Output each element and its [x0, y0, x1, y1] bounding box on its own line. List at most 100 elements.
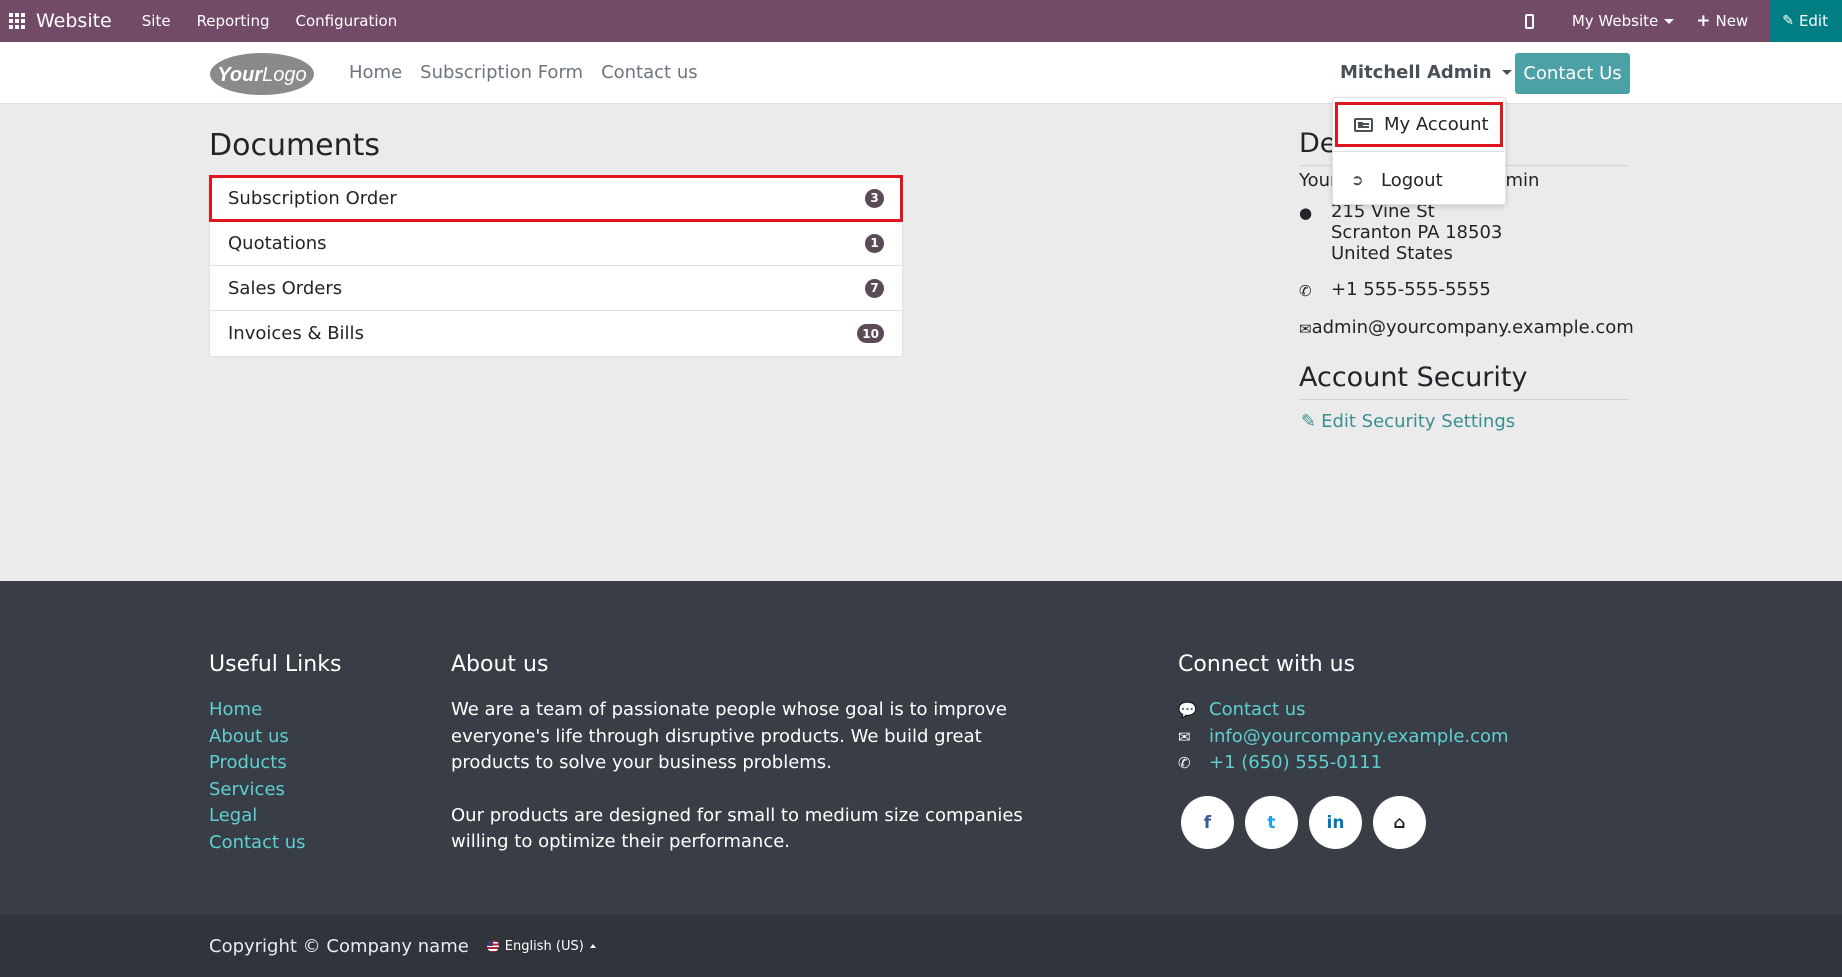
- doc-item-label: Invoices & Bills: [228, 323, 364, 344]
- about-us-text: We are a team of passionate people whose…: [451, 697, 1031, 856]
- nav-subscription-form[interactable]: Subscription Form: [420, 62, 583, 83]
- envelope-icon: ✉: [1178, 727, 1191, 746]
- useful-links-title: Useful Links: [209, 652, 342, 677]
- comment-icon: 💬: [1178, 701, 1197, 719]
- doc-item-subscription-order[interactable]: Subscription Order 3: [209, 175, 903, 222]
- chevron-up-icon: [589, 944, 596, 948]
- connect-contact-link[interactable]: Contact us: [1209, 697, 1306, 724]
- twitter-icon[interactable]: t: [1245, 796, 1298, 849]
- doc-item-invoices-bills[interactable]: Invoices & Bills 10: [210, 311, 902, 356]
- footer-link-contact-us[interactable]: Contact us: [209, 830, 306, 857]
- copyright-text: Copyright © Company name: [209, 935, 469, 957]
- linkedin-icon[interactable]: in: [1309, 796, 1362, 849]
- chevron-down-icon: [1664, 18, 1675, 24]
- address-line: Scranton PA 18503: [1331, 222, 1503, 243]
- envelope-icon: ✉: [1299, 320, 1312, 338]
- logout-menu-item[interactable]: ➲ Logout: [1333, 157, 1505, 203]
- new-button-label: New: [1715, 12, 1749, 30]
- website-selector-label: My Website: [1571, 12, 1659, 30]
- address-row: ● 215 Vine St Scranton PA 18503 United S…: [1299, 201, 1629, 264]
- apps-menu-icon[interactable]: [0, 0, 33, 42]
- user-dropdown-menu: My Account ➲ Logout: [1332, 97, 1506, 205]
- count-badge: 7: [865, 278, 884, 298]
- connect-email-row[interactable]: ✉ info@yourcompany.example.com: [1178, 724, 1509, 751]
- nav-home[interactable]: Home: [349, 62, 402, 83]
- my-account-menu-item[interactable]: My Account: [1335, 102, 1503, 147]
- language-label: English (US): [504, 938, 584, 954]
- about-paragraph-1: We are a team of passionate people whose…: [451, 699, 1007, 773]
- footer-link-services[interactable]: Services: [209, 777, 306, 804]
- connect-contact-row[interactable]: 💬 Contact us: [1178, 697, 1509, 724]
- user-name: Mitchell Admin: [1340, 62, 1492, 83]
- chevron-down-icon: [1501, 70, 1512, 75]
- phone-row: ✆ +1 555-555-5555: [1299, 279, 1629, 302]
- edit-security-settings-label: Edit Security Settings: [1321, 411, 1516, 432]
- doc-item-label: Sales Orders: [228, 277, 343, 299]
- my-account-label: My Account: [1384, 114, 1489, 135]
- plus-icon: +: [1696, 11, 1711, 31]
- svg-text:YourLogo: YourLogo: [217, 64, 306, 86]
- facebook-icon[interactable]: f: [1181, 796, 1234, 849]
- account-security-title: Account Security: [1299, 362, 1629, 400]
- connect-title: Connect with us: [1178, 652, 1356, 677]
- documents-list: Subscription Order 3 Quotations 1 Sales …: [209, 175, 903, 357]
- contact-us-button[interactable]: Contact Us: [1515, 53, 1630, 94]
- connect-phone-link[interactable]: +1 (650) 555-0111: [1209, 750, 1382, 777]
- about-paragraph-2: Our products are designed for small to m…: [451, 804, 1023, 853]
- admin-menu-configuration[interactable]: Configuration: [295, 12, 397, 30]
- us-flag-icon: [486, 940, 499, 952]
- admin-menu-reporting[interactable]: Reporting: [197, 12, 270, 30]
- about-us-title: About us: [451, 652, 549, 677]
- email-row: ✉ admin@yourcompany.example.com: [1299, 317, 1634, 340]
- doc-item-label: Quotations: [228, 232, 327, 254]
- main-nav: Home Subscription Form Contact us: [349, 62, 716, 83]
- home-icon[interactable]: ⌂: [1373, 796, 1426, 849]
- site-header: YourLogo Home Subscription Form Contact …: [0, 42, 1842, 104]
- count-badge: 3: [865, 188, 884, 208]
- count-badge: 1: [865, 233, 884, 253]
- connect-list: 💬 Contact us ✉ info@yourcompany.example.…: [1178, 697, 1509, 777]
- company-logo[interactable]: YourLogo: [209, 52, 315, 96]
- phone-icon: ✆: [1299, 282, 1312, 300]
- useful-links-list: Home About us Products Services Legal Co…: [209, 697, 306, 856]
- mobile-preview-button[interactable]: [1524, 13, 1550, 29]
- edit-button-label: Edit: [1798, 12, 1828, 30]
- admin-bar: Website Site Reporting Configuration My …: [0, 0, 1842, 42]
- logout-label: Logout: [1381, 169, 1443, 191]
- copyright-bar: Copyright © Company name English (US): [0, 915, 1842, 977]
- phone-value: +1 555-555-5555: [1331, 279, 1491, 300]
- email-value: admin@yourcompany.example.com: [1311, 317, 1634, 338]
- connect-email-link[interactable]: info@yourcompany.example.com: [1209, 724, 1509, 751]
- new-button[interactable]: + New: [1696, 11, 1748, 31]
- admin-brand[interactable]: Website: [36, 10, 112, 32]
- count-badge: 10: [857, 324, 884, 343]
- footer-link-products[interactable]: Products: [209, 750, 306, 777]
- mobile-phone-icon: [1524, 13, 1534, 29]
- footer-link-legal[interactable]: Legal: [209, 803, 306, 830]
- pencil-icon: ✎: [1301, 411, 1317, 432]
- footer-link-about-us[interactable]: About us: [209, 724, 306, 751]
- address-line: United States: [1331, 243, 1453, 264]
- doc-item-quotations[interactable]: Quotations 1: [210, 221, 902, 266]
- edit-security-settings-link[interactable]: ✎ Edit Security Settings: [1301, 411, 1515, 432]
- phone-icon: ✆: [1178, 754, 1191, 772]
- dropdown-divider: [1333, 151, 1505, 152]
- edit-button[interactable]: ✎ Edit: [1770, 0, 1842, 42]
- details-name-right: min: [1505, 170, 1540, 191]
- admin-menu-site[interactable]: Site: [142, 12, 171, 30]
- connect-phone-row[interactable]: ✆ +1 (650) 555-0111: [1178, 750, 1509, 777]
- id-card-icon: [1354, 117, 1373, 132]
- website-selector[interactable]: My Website: [1571, 12, 1675, 30]
- footer-link-home[interactable]: Home: [209, 697, 306, 724]
- user-menu-toggle[interactable]: Mitchell Admin: [1340, 62, 1512, 83]
- sign-out-icon: ➲: [1351, 171, 1364, 189]
- nav-contact-us[interactable]: Contact us: [601, 62, 698, 83]
- footer: Useful Links About us Connect with us Ho…: [0, 581, 1842, 915]
- language-selector[interactable]: English (US): [486, 938, 596, 954]
- social-links: f t in ⌂: [1181, 796, 1437, 849]
- doc-item-label: Subscription Order: [228, 187, 397, 209]
- map-marker-icon: ●: [1299, 204, 1313, 222]
- documents-title: Documents: [209, 128, 381, 163]
- doc-item-sales-orders[interactable]: Sales Orders 7: [210, 266, 902, 311]
- pencil-icon: ✎: [1782, 13, 1794, 29]
